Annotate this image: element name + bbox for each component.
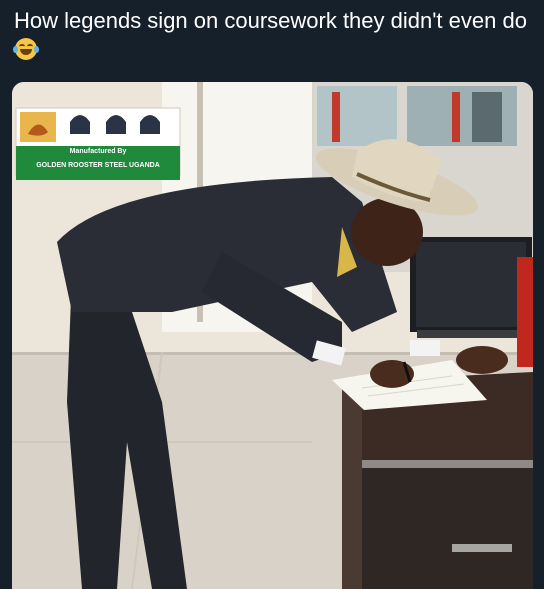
manufacturer-sign (15, 107, 181, 180)
post-photo: Manufactured By GOLDEN ROOSTER STEEL UGA… (12, 82, 533, 589)
face-with-tears-of-joy-icon (13, 38, 39, 60)
caption-text: How legends sign on coursework they didn… (14, 8, 527, 33)
post-caption: How legends sign on coursework they didn… (13, 6, 534, 64)
sign-line-1: Manufactured By (69, 148, 127, 155)
sign-line-2: GOLDEN ROOSTER STEEL UGANDA (36, 162, 160, 169)
photo-scene (12, 82, 533, 589)
